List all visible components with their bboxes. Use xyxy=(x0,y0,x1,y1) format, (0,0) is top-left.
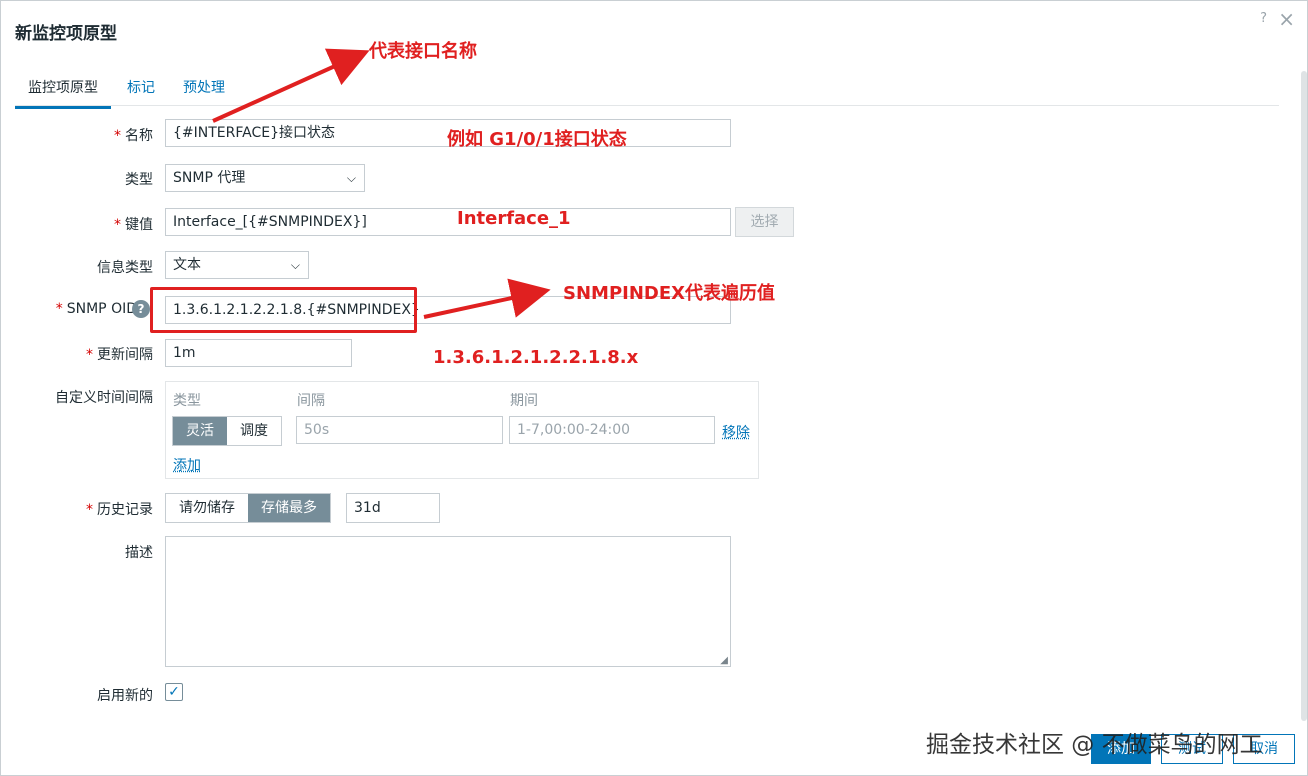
arrow-to-oid xyxy=(423,278,551,319)
annotation-arrows xyxy=(212,48,551,319)
arrow-to-name xyxy=(212,48,370,123)
watermark: 掘金技术社区 @ 不做菜鸟的网工 xyxy=(926,732,1263,758)
